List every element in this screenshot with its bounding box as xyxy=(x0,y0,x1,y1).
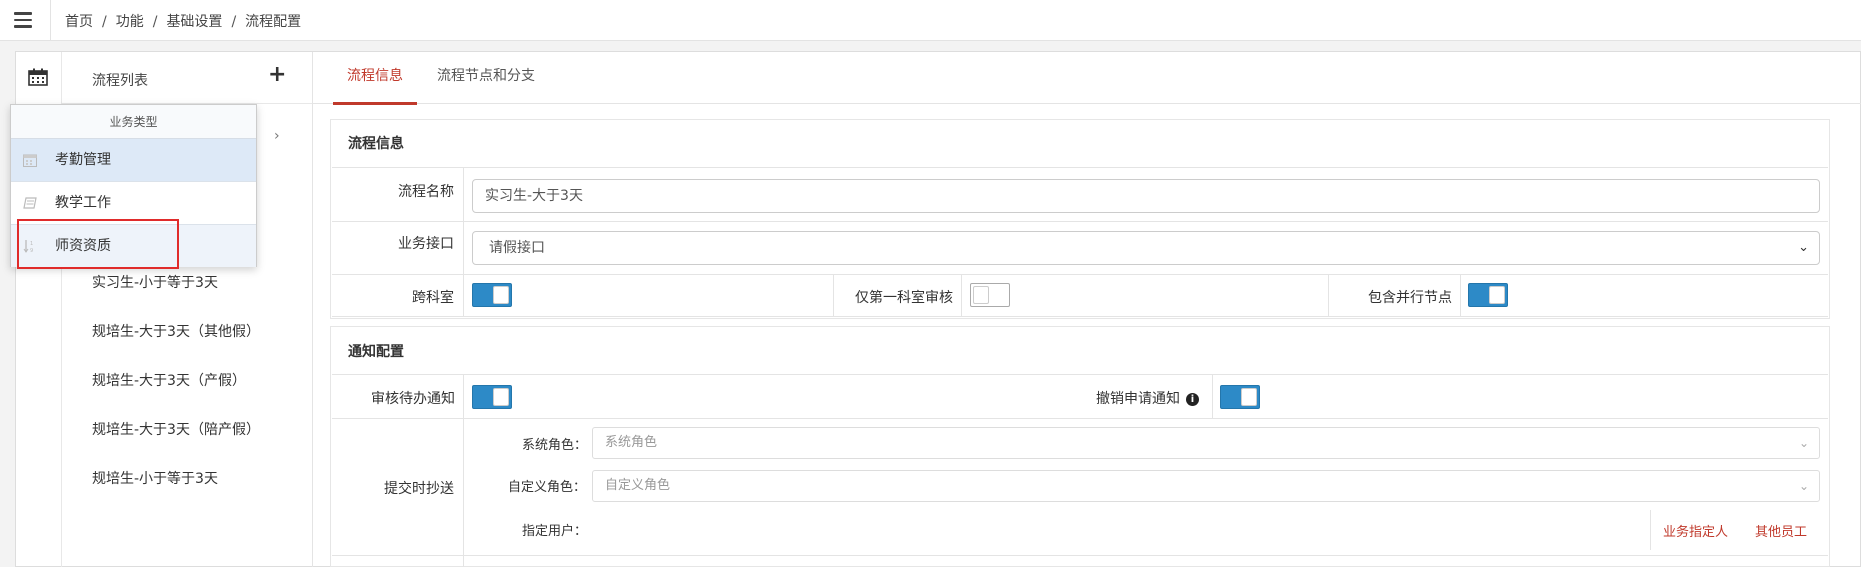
divider xyxy=(1212,374,1213,418)
flow-list-header: 流程列表 + xyxy=(62,52,312,104)
divider xyxy=(1460,274,1461,316)
divider xyxy=(332,221,1828,222)
breadcrumb: 首页 / 功能 / 基础设置 / 流程配置 xyxy=(65,14,302,30)
system-role-placeholder: 系统角色 xyxy=(605,435,658,450)
cross-dept-label: 跨科室 xyxy=(412,290,454,306)
dropdown-item-label: 教学工作 xyxy=(55,195,111,211)
breadcrumb-basic-settings[interactable]: 基础设置 xyxy=(166,14,222,30)
divider xyxy=(833,274,834,316)
divider xyxy=(312,52,313,567)
divider xyxy=(332,167,1828,168)
divider xyxy=(50,0,51,41)
system-role-select[interactable]: 系统角色 ⌄ xyxy=(592,427,1820,459)
dropdown-item-attendance[interactable]: 考勤管理 xyxy=(11,139,256,182)
sort-icon: 19 xyxy=(23,240,33,253)
system-role-label: 系统角色： xyxy=(522,438,588,453)
custom-role-placeholder: 自定义角色 xyxy=(605,478,671,493)
notify-title: 通知配置 xyxy=(348,344,404,360)
pending-notify-toggle[interactable] xyxy=(472,385,512,409)
divider xyxy=(332,274,1828,275)
divider xyxy=(463,374,464,567)
dropdown-item-label: 考勤管理 xyxy=(55,152,111,168)
breadcrumb-function[interactable]: 功能 xyxy=(116,14,144,30)
flow-info-panel xyxy=(330,119,1830,319)
svg-text:9: 9 xyxy=(30,248,33,253)
workflow-item[interactable]: 规培生-大于3天（陪产假） xyxy=(92,419,260,468)
custom-role-label: 自定义角色： xyxy=(508,480,587,495)
tab-bar: 流程信息 流程节点和分支 xyxy=(313,52,1861,105)
divider xyxy=(463,167,464,316)
interface-label: 业务接口 xyxy=(398,236,454,252)
tab-flow-info[interactable]: 流程信息 xyxy=(333,52,417,105)
dropdown-item-label: 师资资质 xyxy=(55,238,111,254)
breadcrumb-home[interactable]: 首页 xyxy=(65,14,93,30)
calendar-icon xyxy=(23,154,37,167)
workflow-item[interactable]: 规培生-大于3天（其他假） xyxy=(92,321,260,370)
workflow-item[interactable]: 规培生-小于等于3天 xyxy=(92,468,260,517)
dropdown-header: 业务类型 xyxy=(11,105,256,139)
business-type-dropdown: 业务类型 考勤管理 教学工作 19 师资资质 xyxy=(10,104,257,267)
dropdown-item-qualification[interactable]: 19 师资资质 xyxy=(11,225,256,267)
divider xyxy=(1328,274,1329,316)
divider xyxy=(961,274,962,316)
other-staff-link[interactable]: 其他员工 xyxy=(1755,521,1807,540)
divider xyxy=(332,316,1828,317)
chevron-down-icon: ⌄ xyxy=(1798,240,1809,255)
calendar-icon[interactable] xyxy=(28,68,48,86)
pending-notify-label: 审核待办通知 xyxy=(371,391,455,407)
flow-name-input[interactable]: 实习生-大于3天 xyxy=(472,179,1820,213)
chevron-down-icon: ⌄ xyxy=(1798,436,1809,450)
divider xyxy=(1650,510,1651,550)
parallel-node-label: 包含并行节点 xyxy=(1368,290,1452,306)
flow-info-title: 流程信息 xyxy=(348,136,404,152)
interface-select-value: 请假接口 xyxy=(489,240,545,256)
workflow-list: 实习生-小于等于3天 规培生-大于3天（其他假） 规培生-大于3天（产假） 规培… xyxy=(92,272,260,517)
workflow-item[interactable]: 规培生-大于3天（产假） xyxy=(92,370,260,419)
user-label: 指定用户： xyxy=(522,524,588,539)
top-bar: 首页 / 功能 / 基础设置 / 流程配置 xyxy=(0,0,1861,41)
revoke-notify-toggle[interactable] xyxy=(1220,385,1260,409)
dropdown-item-teaching[interactable]: 教学工作 xyxy=(11,182,256,225)
workflow-item[interactable]: 实习生-小于等于3天 xyxy=(92,272,260,321)
add-flow-icon[interactable]: + xyxy=(268,64,286,86)
book-icon xyxy=(23,197,37,209)
svg-text:1: 1 xyxy=(30,241,33,247)
first-dept-label: 仅第一科室审核 xyxy=(855,290,953,306)
divider xyxy=(332,418,1828,419)
parallel-node-toggle[interactable] xyxy=(1468,283,1508,307)
breadcrumb-flow-config: 流程配置 xyxy=(245,14,302,30)
chevron-down-icon: ⌄ xyxy=(1798,479,1809,493)
info-icon[interactable]: i xyxy=(1186,393,1199,406)
first-dept-toggle[interactable] xyxy=(970,283,1010,307)
business-assignee-link[interactable]: 业务指定人 xyxy=(1663,521,1728,540)
divider xyxy=(332,374,1828,375)
custom-role-select[interactable]: 自定义角色 ⌄ xyxy=(592,470,1820,502)
cross-dept-toggle[interactable] xyxy=(472,283,512,307)
divider xyxy=(332,555,1828,556)
interface-select[interactable]: 请假接口 ⌄ xyxy=(472,231,1820,265)
chevron-right-icon[interactable]: › xyxy=(274,128,280,144)
cc-label: 提交时抄送 xyxy=(384,481,454,497)
tab-flow-nodes[interactable]: 流程节点和分支 xyxy=(437,52,535,102)
revoke-notify-label: 撤销申请通知 i xyxy=(1096,388,1199,408)
flow-list-title: 流程列表 xyxy=(92,73,148,89)
hamburger-menu-icon[interactable] xyxy=(14,9,36,31)
flow-name-label: 流程名称 xyxy=(398,184,454,200)
